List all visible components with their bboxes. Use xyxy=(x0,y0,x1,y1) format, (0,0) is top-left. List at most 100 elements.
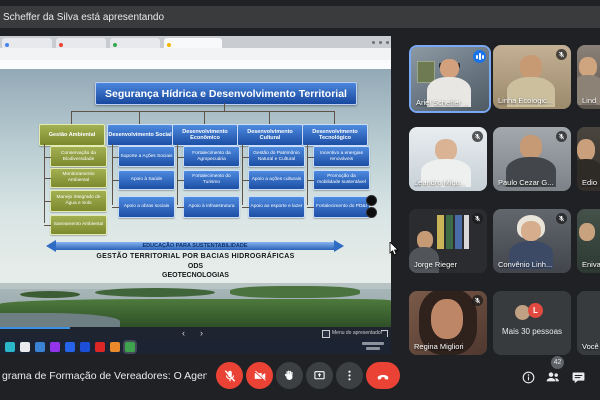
taskbar-app-icon[interactable] xyxy=(65,342,75,352)
chart-box: Saneamento Ambiental xyxy=(50,215,107,235)
taskbar-app-icon[interactable] xyxy=(5,342,15,352)
bookmarks-bar xyxy=(0,60,391,69)
chart-box: Gestão do Patrimônio Natural e Cultural xyxy=(248,146,305,167)
present-button[interactable] xyxy=(306,362,333,389)
landscape-island xyxy=(20,291,80,298)
connector-line xyxy=(71,111,335,112)
slide-nav-down-icon xyxy=(366,207,377,218)
flag xyxy=(455,215,462,249)
presenting-banner: Scheffer da Silva está apresentando xyxy=(0,6,600,28)
more-vert-icon xyxy=(343,369,356,382)
shared-screen: Segurança Hídrica e Desenvolvimento Terr… xyxy=(0,36,391,354)
previous-slide-button[interactable]: ‹ xyxy=(182,327,185,339)
participant-tile[interactable]: Eniva xyxy=(577,209,600,273)
speaking-indicator-icon xyxy=(473,50,486,63)
presenter-menu-label[interactable]: Menu do apresentador xyxy=(332,330,382,336)
window-minimize-icon xyxy=(372,41,375,44)
slide-footer-line: ODS xyxy=(0,263,391,270)
avatar xyxy=(431,299,463,339)
participant-tile[interactable]: Convênio Linh... xyxy=(493,209,571,273)
chart-box-header: Desenvolvimento Social xyxy=(107,124,173,146)
avatar-initial: L xyxy=(528,303,543,318)
participant-tile[interactable]: Ariel Scheffer ... xyxy=(409,45,491,113)
participant-name: Leandro Migu... xyxy=(414,178,466,187)
meeting-name: grama de Formação de Vereadores: O Agen.… xyxy=(2,370,207,382)
camera-off-icon xyxy=(253,369,267,383)
mouse-cursor xyxy=(389,242,400,257)
chart-box: Fortalecimento da Agropecuária xyxy=(183,146,240,167)
chart-box: Apoio a ações culturais xyxy=(248,170,305,190)
avatar xyxy=(577,139,595,161)
window-maximize-icon xyxy=(379,41,382,44)
presentation-slide: Segurança Hídrica e Desenvolvimento Terr… xyxy=(0,69,391,327)
flag xyxy=(464,215,469,249)
avatar xyxy=(520,135,542,159)
taskbar-app-icon[interactable] xyxy=(35,342,45,352)
overflow-participants-tile[interactable]: L Mais 30 pessoas xyxy=(493,291,571,355)
chart-box-header: Desenvolvimento Cultural xyxy=(237,124,303,146)
participant-name: Edio xyxy=(582,178,597,187)
browser-tab-strip xyxy=(0,36,391,48)
participant-count-badge: 42 xyxy=(551,356,564,369)
taskbar-app-icon[interactable] xyxy=(80,342,90,352)
flag xyxy=(446,215,453,249)
participant-tile[interactable]: Jorge Rieger xyxy=(409,209,487,273)
end-call-button[interactable] xyxy=(366,362,400,389)
mic-off-icon xyxy=(556,131,567,142)
browser-url-bar xyxy=(0,48,391,60)
mic-off-icon xyxy=(472,213,483,224)
browser-tab xyxy=(110,38,160,48)
mic-off-icon xyxy=(556,213,567,224)
connector-line xyxy=(334,111,335,124)
mic-off-icon xyxy=(472,295,483,306)
participant-tile[interactable]: Linha Ecologic... xyxy=(493,45,571,109)
participants-button[interactable] xyxy=(544,368,562,386)
taskbar-app-icon[interactable] xyxy=(95,342,105,352)
participant-tile[interactable]: Paulo Cezar G... xyxy=(493,127,571,191)
hand-icon xyxy=(283,369,296,382)
chat-button[interactable] xyxy=(569,368,587,386)
taskbar-app-icon-active[interactable] xyxy=(125,342,135,352)
next-slide-button[interactable]: › xyxy=(200,327,203,339)
taskbar-app-icon[interactable] xyxy=(50,342,60,352)
taskbar-app-icon[interactable] xyxy=(20,342,30,352)
chart-box: Manejo Integrado de Água e Solo xyxy=(50,190,107,212)
browser-tab-active xyxy=(164,38,222,48)
avatar xyxy=(520,55,542,79)
landscape-photo xyxy=(0,283,391,327)
participant-name: Lind xyxy=(582,96,596,105)
connector-line xyxy=(71,111,72,124)
connector-line xyxy=(242,144,243,205)
mic-toggle-button[interactable] xyxy=(216,362,243,389)
participant-tile[interactable]: Edio xyxy=(577,127,600,191)
browser-tab xyxy=(56,38,106,48)
chart-box-header: Desenvolvimento Econômico xyxy=(172,124,238,146)
participant-tile[interactable]: Regina Migliori xyxy=(409,291,487,355)
mic-off-icon xyxy=(556,49,567,60)
participant-name: Convênio Linh... xyxy=(498,260,552,269)
participant-tile[interactable]: Lind xyxy=(577,45,600,109)
raise-hand-button[interactable] xyxy=(276,362,303,389)
self-view-tile[interactable]: Você xyxy=(577,291,600,355)
participant-tile[interactable]: Leandro Migu... xyxy=(409,127,487,191)
presenter-control-bar: ‹ › Menu do apresentador xyxy=(0,327,391,339)
mic-off-icon xyxy=(472,131,483,142)
chart-box: Suporte a Ações Sociais xyxy=(118,146,175,167)
fullscreen-icon[interactable] xyxy=(381,330,388,337)
taskbar-app-icon[interactable] xyxy=(110,342,120,352)
call-end-icon xyxy=(375,368,391,384)
connector-line xyxy=(204,111,205,124)
taskbar xyxy=(0,339,391,354)
participant-name: Regina Migliori xyxy=(414,342,464,351)
chart-box: Fortalecimento do Turismo xyxy=(183,170,240,190)
meeting-details-button[interactable] xyxy=(519,368,537,386)
taskbar-clock xyxy=(362,342,384,345)
slide-footer-line: GESTÃO TERRITORIAL POR BACIAS HIDROGRÁFI… xyxy=(0,253,391,260)
participant-name: Linha Ecologic... xyxy=(498,96,553,105)
participant-name: Jorge Rieger xyxy=(414,260,457,269)
slide-footer-line: GEOTECNOLOGIAS xyxy=(0,272,391,279)
chat-icon xyxy=(571,370,586,385)
more-options-button[interactable] xyxy=(336,362,363,389)
chart-box: Apoio ao esporte e lazer xyxy=(248,196,305,218)
camera-toggle-button[interactable] xyxy=(246,362,273,389)
